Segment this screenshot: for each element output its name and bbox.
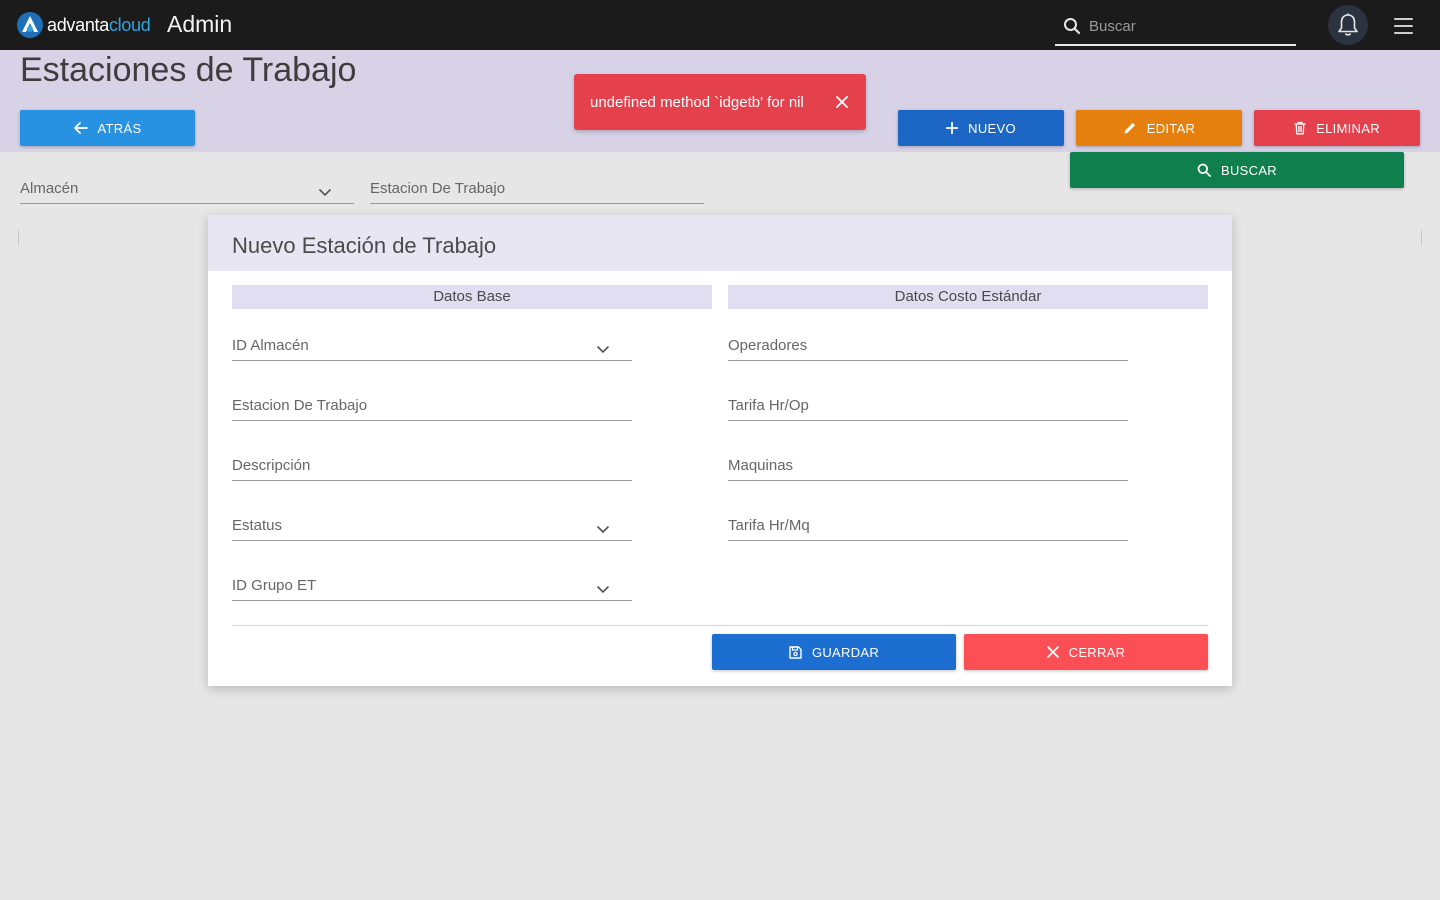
notifications-button[interactable]: [1328, 5, 1368, 45]
brand-name: advantacloud: [47, 14, 151, 35]
arrow-left-icon: [73, 122, 88, 134]
delete-button-label: ELIMINAR: [1316, 120, 1380, 136]
chevron-down-icon: [596, 345, 610, 354]
section-datos-costo: Datos Costo Estándar: [728, 285, 1208, 309]
modal-header: Nuevo Estación de Trabajo: [208, 215, 1232, 271]
operadores-label: Operadores: [728, 337, 808, 354]
estacion-field[interactable]: Estacion De Trabajo: [232, 397, 632, 421]
chevron-down-icon: [318, 188, 332, 197]
bell-icon: [1338, 13, 1358, 36]
id-grupo-select[interactable]: ID Grupo ET: [232, 577, 632, 601]
toast-message: undefined method `idgetb' for nil: [590, 93, 804, 111]
descripcion-field[interactable]: Descripción: [232, 457, 632, 481]
close-icon: [1046, 646, 1059, 658]
back-button-label: ATRÁS: [97, 120, 142, 136]
app-title: Admin: [167, 11, 233, 37]
brand-logo[interactable]: advantacloud: [16, 11, 151, 39]
table-edge-right: [1419, 230, 1422, 246]
trash-icon: [1294, 121, 1306, 135]
new-button-label: NUEVO: [968, 120, 1016, 136]
almacen-filter-select[interactable]: Almacén: [20, 180, 354, 204]
operadores-field[interactable]: Operadores: [728, 337, 1128, 361]
estatus-label: Estatus: [232, 517, 283, 534]
floppy-disk-icon: [789, 645, 802, 659]
top-navbar: advantacloud Admin: [0, 0, 1440, 50]
advanta-logo-icon: [17, 12, 43, 38]
estatus-select[interactable]: Estatus: [232, 517, 632, 541]
search-input[interactable]: [1089, 17, 1279, 35]
pencil-icon: [1124, 122, 1135, 134]
tarifa-op-field[interactable]: Tarifa Hr/Op: [728, 397, 1128, 421]
id-almacen-label: ID Almacén: [232, 337, 309, 354]
almacen-filter-label: Almacén: [20, 180, 79, 197]
error-toast: undefined method `idgetb' for nil: [574, 74, 866, 130]
search-icon: [1197, 163, 1211, 177]
chevron-down-icon: [596, 525, 610, 534]
estacion-label: Estacion De Trabajo: [232, 397, 368, 414]
search-button[interactable]: BUSCAR: [1070, 152, 1404, 188]
table-edge-left: [18, 230, 21, 246]
search-button-label: BUSCAR: [1221, 162, 1277, 178]
id-almacen-select[interactable]: ID Almacén: [232, 337, 632, 361]
estacion-filter-label: Estacion De Trabajo: [370, 180, 506, 197]
tarifa-mq-label: Tarifa Hr/Mq: [728, 517, 810, 534]
save-button[interactable]: GUARDAR: [712, 634, 956, 670]
estacion-filter-input[interactable]: Estacion De Trabajo: [370, 180, 704, 204]
hamburger-menu-icon[interactable]: [1394, 18, 1413, 39]
id-grupo-label: ID Grupo ET: [232, 577, 317, 594]
tarifa-op-label: Tarifa Hr/Op: [728, 397, 809, 414]
descripcion-label: Descripción: [232, 457, 311, 474]
new-workstation-modal: Nuevo Estación de Trabajo Datos Base Dat…: [208, 215, 1232, 686]
delete-button[interactable]: ELIMINAR: [1254, 110, 1420, 146]
chevron-down-icon: [596, 585, 610, 594]
global-search: [1055, 8, 1296, 46]
close-icon[interactable]: [836, 96, 848, 108]
edit-button[interactable]: EDITAR: [1076, 110, 1242, 146]
close-button-label: CERRAR: [1068, 644, 1126, 660]
modal-title: Nuevo Estación de Trabajo: [232, 233, 497, 258]
save-button-label: GUARDAR: [811, 644, 880, 660]
modal-divider: [232, 625, 1208, 626]
new-button[interactable]: NUEVO: [898, 110, 1064, 146]
section-datos-base: Datos Base: [232, 285, 712, 309]
maquinas-label: Maquinas: [728, 457, 794, 474]
back-button[interactable]: ATRÁS: [20, 110, 195, 146]
close-button[interactable]: CERRAR: [964, 634, 1208, 670]
edit-button-label: EDITAR: [1146, 120, 1196, 136]
page-title: Estaciones de Trabajo: [20, 51, 357, 89]
search-icon: [1064, 18, 1081, 35]
plus-icon: [946, 122, 959, 134]
maquinas-field[interactable]: Maquinas: [728, 457, 1128, 481]
tarifa-mq-field[interactable]: Tarifa Hr/Mq: [728, 517, 1128, 541]
